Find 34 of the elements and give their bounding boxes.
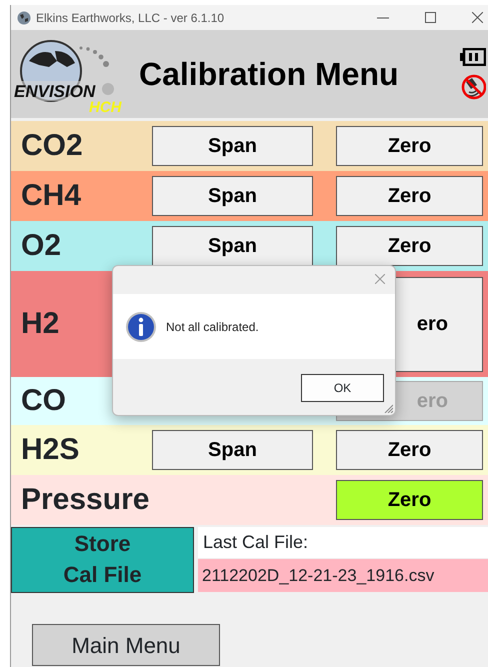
window-title: Elkins Earthworks, LLC - ver 6.1.10: [36, 10, 224, 26]
screen-title: Calibration Menu: [139, 55, 399, 94]
zero-button[interactable]: Zero: [336, 480, 483, 520]
zero-button[interactable]: Zero: [336, 430, 483, 470]
zero-button[interactable]: Zero: [336, 176, 483, 216]
gas-label: CO: [21, 383, 66, 420]
no-satellite-icon: [460, 74, 486, 100]
gas-label: O2: [21, 228, 62, 264]
gas-label: Pressure: [21, 482, 150, 518]
battery-icon: [460, 48, 486, 66]
span-button[interactable]: Span: [152, 226, 313, 266]
zero-button[interactable]: Zero: [336, 226, 483, 266]
gas-label: CO2: [21, 128, 83, 164]
zero-button[interactable]: Zero: [336, 126, 483, 166]
gas-label: CH4: [21, 178, 82, 214]
last-cal-file-label: Last Cal File:: [198, 527, 488, 558]
last-cal-file-name: 2112202D_12-21-23_1916.csv: [198, 559, 488, 592]
main-menu-button[interactable]: Main Menu: [32, 624, 220, 666]
logo-word: ENVISION: [14, 82, 96, 102]
span-button[interactable]: Span: [152, 126, 313, 166]
app-globe-icon: [17, 10, 31, 24]
span-button[interactable]: Span: [152, 176, 313, 216]
logo-subtitle: HCH: [89, 99, 122, 116]
ok-button[interactable]: OK: [301, 374, 384, 402]
resize-grip-icon[interactable]: [383, 403, 393, 413]
store-cal-file-button[interactable]: Store Cal File: [11, 527, 194, 593]
gas-label: H2S: [21, 432, 80, 468]
gas-label: H2: [21, 306, 60, 342]
info-icon: [125, 310, 157, 342]
span-button[interactable]: Span: [152, 430, 313, 470]
close-icon[interactable]: [472, 12, 482, 23]
dialog-message: Not all calibrated.: [166, 318, 259, 336]
maximize-icon[interactable]: [424, 12, 436, 23]
minimize-icon[interactable]: [377, 16, 389, 18]
